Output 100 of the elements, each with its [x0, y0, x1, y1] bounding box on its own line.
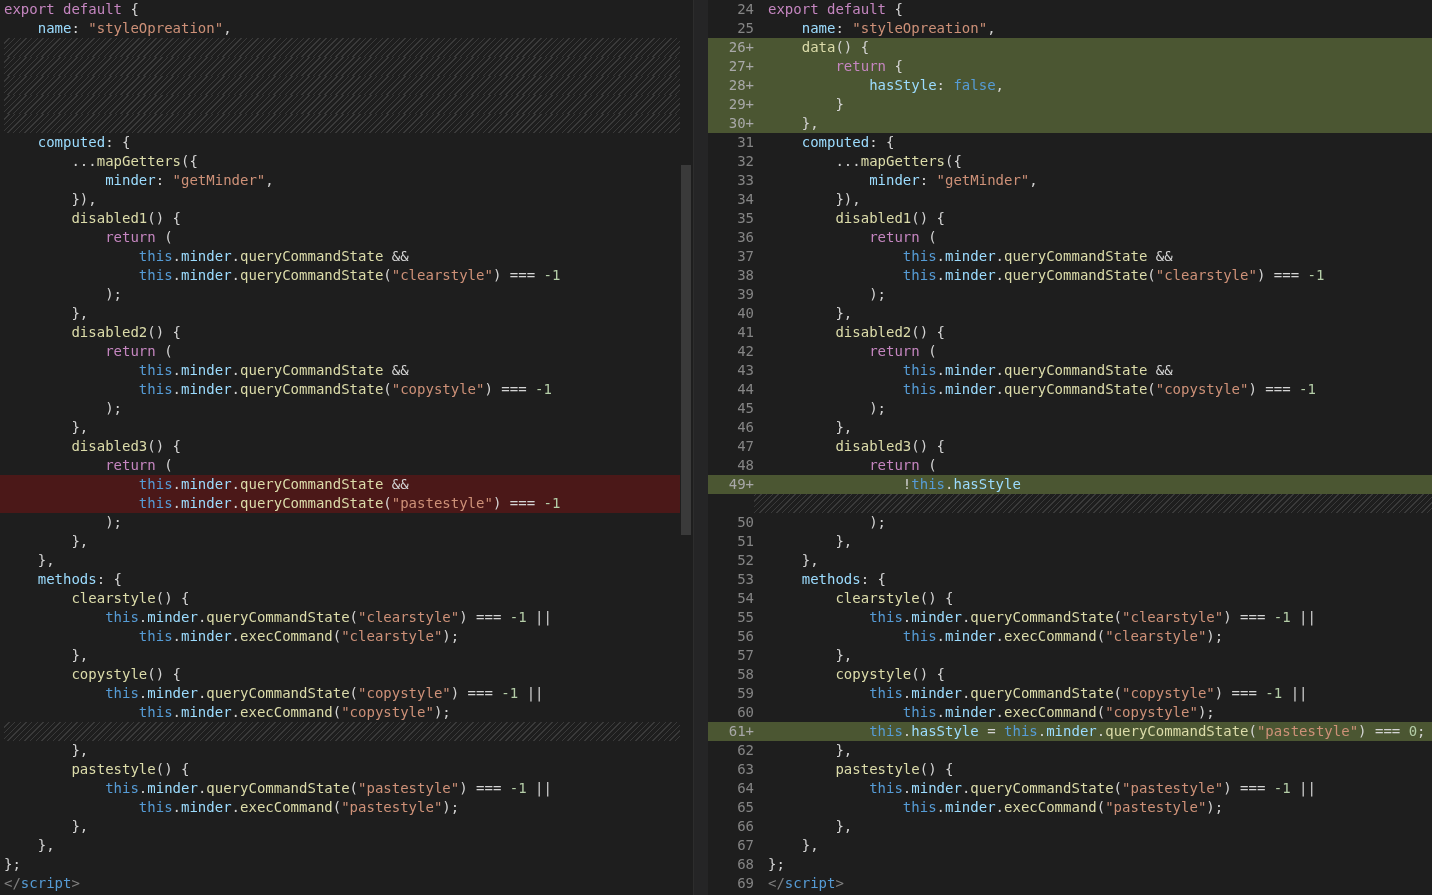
code-line: this.minder.queryCommandState("copystyle") === -1 || — [104, 684, 544, 703]
code-line: }, — [70, 304, 89, 323]
line-number: 66 — [737, 817, 754, 836]
line-number: 49+ — [728, 475, 754, 494]
code-line: pastestyle() { — [834, 760, 954, 779]
code-line: this.minder.queryCommandState("pastestyle") === -1 || — [104, 779, 552, 798]
code-line: this.minder.queryCommandState && — [137, 361, 409, 380]
code-line: </script> — [768, 874, 844, 893]
code-line: }, — [36, 551, 55, 570]
code-line: this.minder.queryCommandState("clearstyle") === -1 — [137, 266, 561, 285]
code-line: return ( — [104, 228, 173, 247]
code-line: hasStyle: false, — [868, 76, 1005, 95]
code-line: copystyle() { — [70, 665, 181, 684]
line-number: 43 — [737, 361, 754, 380]
code-line: </script> — [4, 874, 80, 893]
line-number: 59 — [737, 684, 754, 703]
code-line: export default { — [4, 0, 139, 19]
code-line: this.minder.execCommand("copystyle"); — [901, 703, 1215, 722]
line-number: 33 — [737, 171, 754, 190]
line-number: 37 — [737, 247, 754, 266]
line-number: 31 — [737, 133, 754, 152]
code-line: ); — [104, 285, 122, 304]
code-line: disabled3() { — [70, 437, 181, 456]
code-line: return { — [834, 57, 903, 76]
code-line: }, — [834, 817, 853, 836]
code-line: this.minder.queryCommandState("clearstyle") === -1 || — [104, 608, 552, 627]
code-line: this.hasStyle = this.minder.queryCommandState("pastestyle") === 0; — [868, 722, 1426, 741]
code-line: }; — [768, 855, 785, 874]
code-line: }, — [834, 741, 853, 760]
code-line: this.minder.execCommand("pastestyle"); — [901, 798, 1224, 817]
code-line: this.minder.queryCommandState && — [901, 247, 1173, 266]
code-line: }, — [834, 418, 853, 437]
code-line: this.minder.queryCommandState("pastestyle") === -1 — [137, 494, 561, 513]
code-line: disabled1() { — [834, 209, 945, 228]
code-line: this.minder.execCommand("clearstyle"); — [137, 627, 460, 646]
line-number: 41 — [737, 323, 754, 342]
line-number: 61+ — [728, 722, 754, 741]
code-line: methods: { — [36, 570, 122, 589]
line-number: 46 — [737, 418, 754, 437]
code-line: }, — [800, 114, 819, 133]
line-number: 65 — [737, 798, 754, 817]
code-line: }, — [70, 817, 89, 836]
code-line: return ( — [104, 456, 173, 475]
line-number: 69 — [737, 874, 754, 893]
code-line: data() { — [800, 38, 870, 57]
code-line: this.minder.queryCommandState && — [137, 475, 409, 494]
code-line: }, — [800, 551, 819, 570]
code-line: }, — [36, 836, 55, 855]
code-line: return ( — [868, 228, 937, 247]
code-line: ); — [868, 399, 886, 418]
code-line: }, — [70, 741, 89, 760]
code-line: }, — [834, 646, 853, 665]
line-number: 35 — [737, 209, 754, 228]
code-line: disabled2() { — [70, 323, 181, 342]
line-number: 34 — [737, 190, 754, 209]
line-number: 40 — [737, 304, 754, 323]
line-number: 45 — [737, 399, 754, 418]
code-line: disabled3() { — [834, 437, 945, 456]
code-line: ); — [868, 513, 886, 532]
code-line: }, — [70, 646, 89, 665]
line-number: 50 — [737, 513, 754, 532]
code-line: disabled2() { — [834, 323, 945, 342]
line-number: 48 — [737, 456, 754, 475]
line-number: 42 — [737, 342, 754, 361]
code-line: }), — [70, 190, 97, 209]
line-number: 38 — [737, 266, 754, 285]
code-line: return ( — [868, 456, 937, 475]
line-number: 55 — [737, 608, 754, 627]
code-line: name: "styleOpreation", — [800, 19, 996, 38]
line-number: 62 — [737, 741, 754, 760]
code-line: }, — [834, 304, 853, 323]
code-line: this.minder.execCommand("clearstyle"); — [901, 627, 1224, 646]
line-number: 67 — [737, 836, 754, 855]
code-line: }, — [70, 532, 89, 551]
scrollbar-thumb[interactable] — [681, 165, 691, 535]
line-number: 47 — [737, 437, 754, 456]
line-number: 25 — [737, 19, 754, 38]
line-number: 63 — [737, 760, 754, 779]
line-number: 26+ — [728, 38, 754, 57]
code-line: this.minder.queryCommandState("copystyle") === -1 || — [868, 684, 1308, 703]
code-line: this.minder.queryCommandState("copystyle") === -1 — [137, 380, 552, 399]
code-line: copystyle() { — [834, 665, 945, 684]
line-number: 51 — [737, 532, 754, 551]
code-line: }), — [834, 190, 861, 209]
code-line: }, — [834, 532, 853, 551]
code-line: disabled1() { — [70, 209, 181, 228]
line-number: 30+ — [728, 114, 754, 133]
code-line: ); — [104, 513, 122, 532]
code-line: export default { — [768, 0, 903, 19]
line-number: 29+ — [728, 95, 754, 114]
code-line: pastestyle() { — [70, 760, 190, 779]
code-line: this.minder.execCommand("pastestyle"); — [137, 798, 460, 817]
line-number: 60 — [737, 703, 754, 722]
code-line: clearstyle() { — [834, 589, 954, 608]
line-number: 36 — [737, 228, 754, 247]
code-line: minder: "getMinder", — [104, 171, 274, 190]
line-number: 56 — [737, 627, 754, 646]
code-line: ); — [868, 285, 886, 304]
code-line: return ( — [868, 342, 937, 361]
line-number: 68 — [737, 855, 754, 874]
